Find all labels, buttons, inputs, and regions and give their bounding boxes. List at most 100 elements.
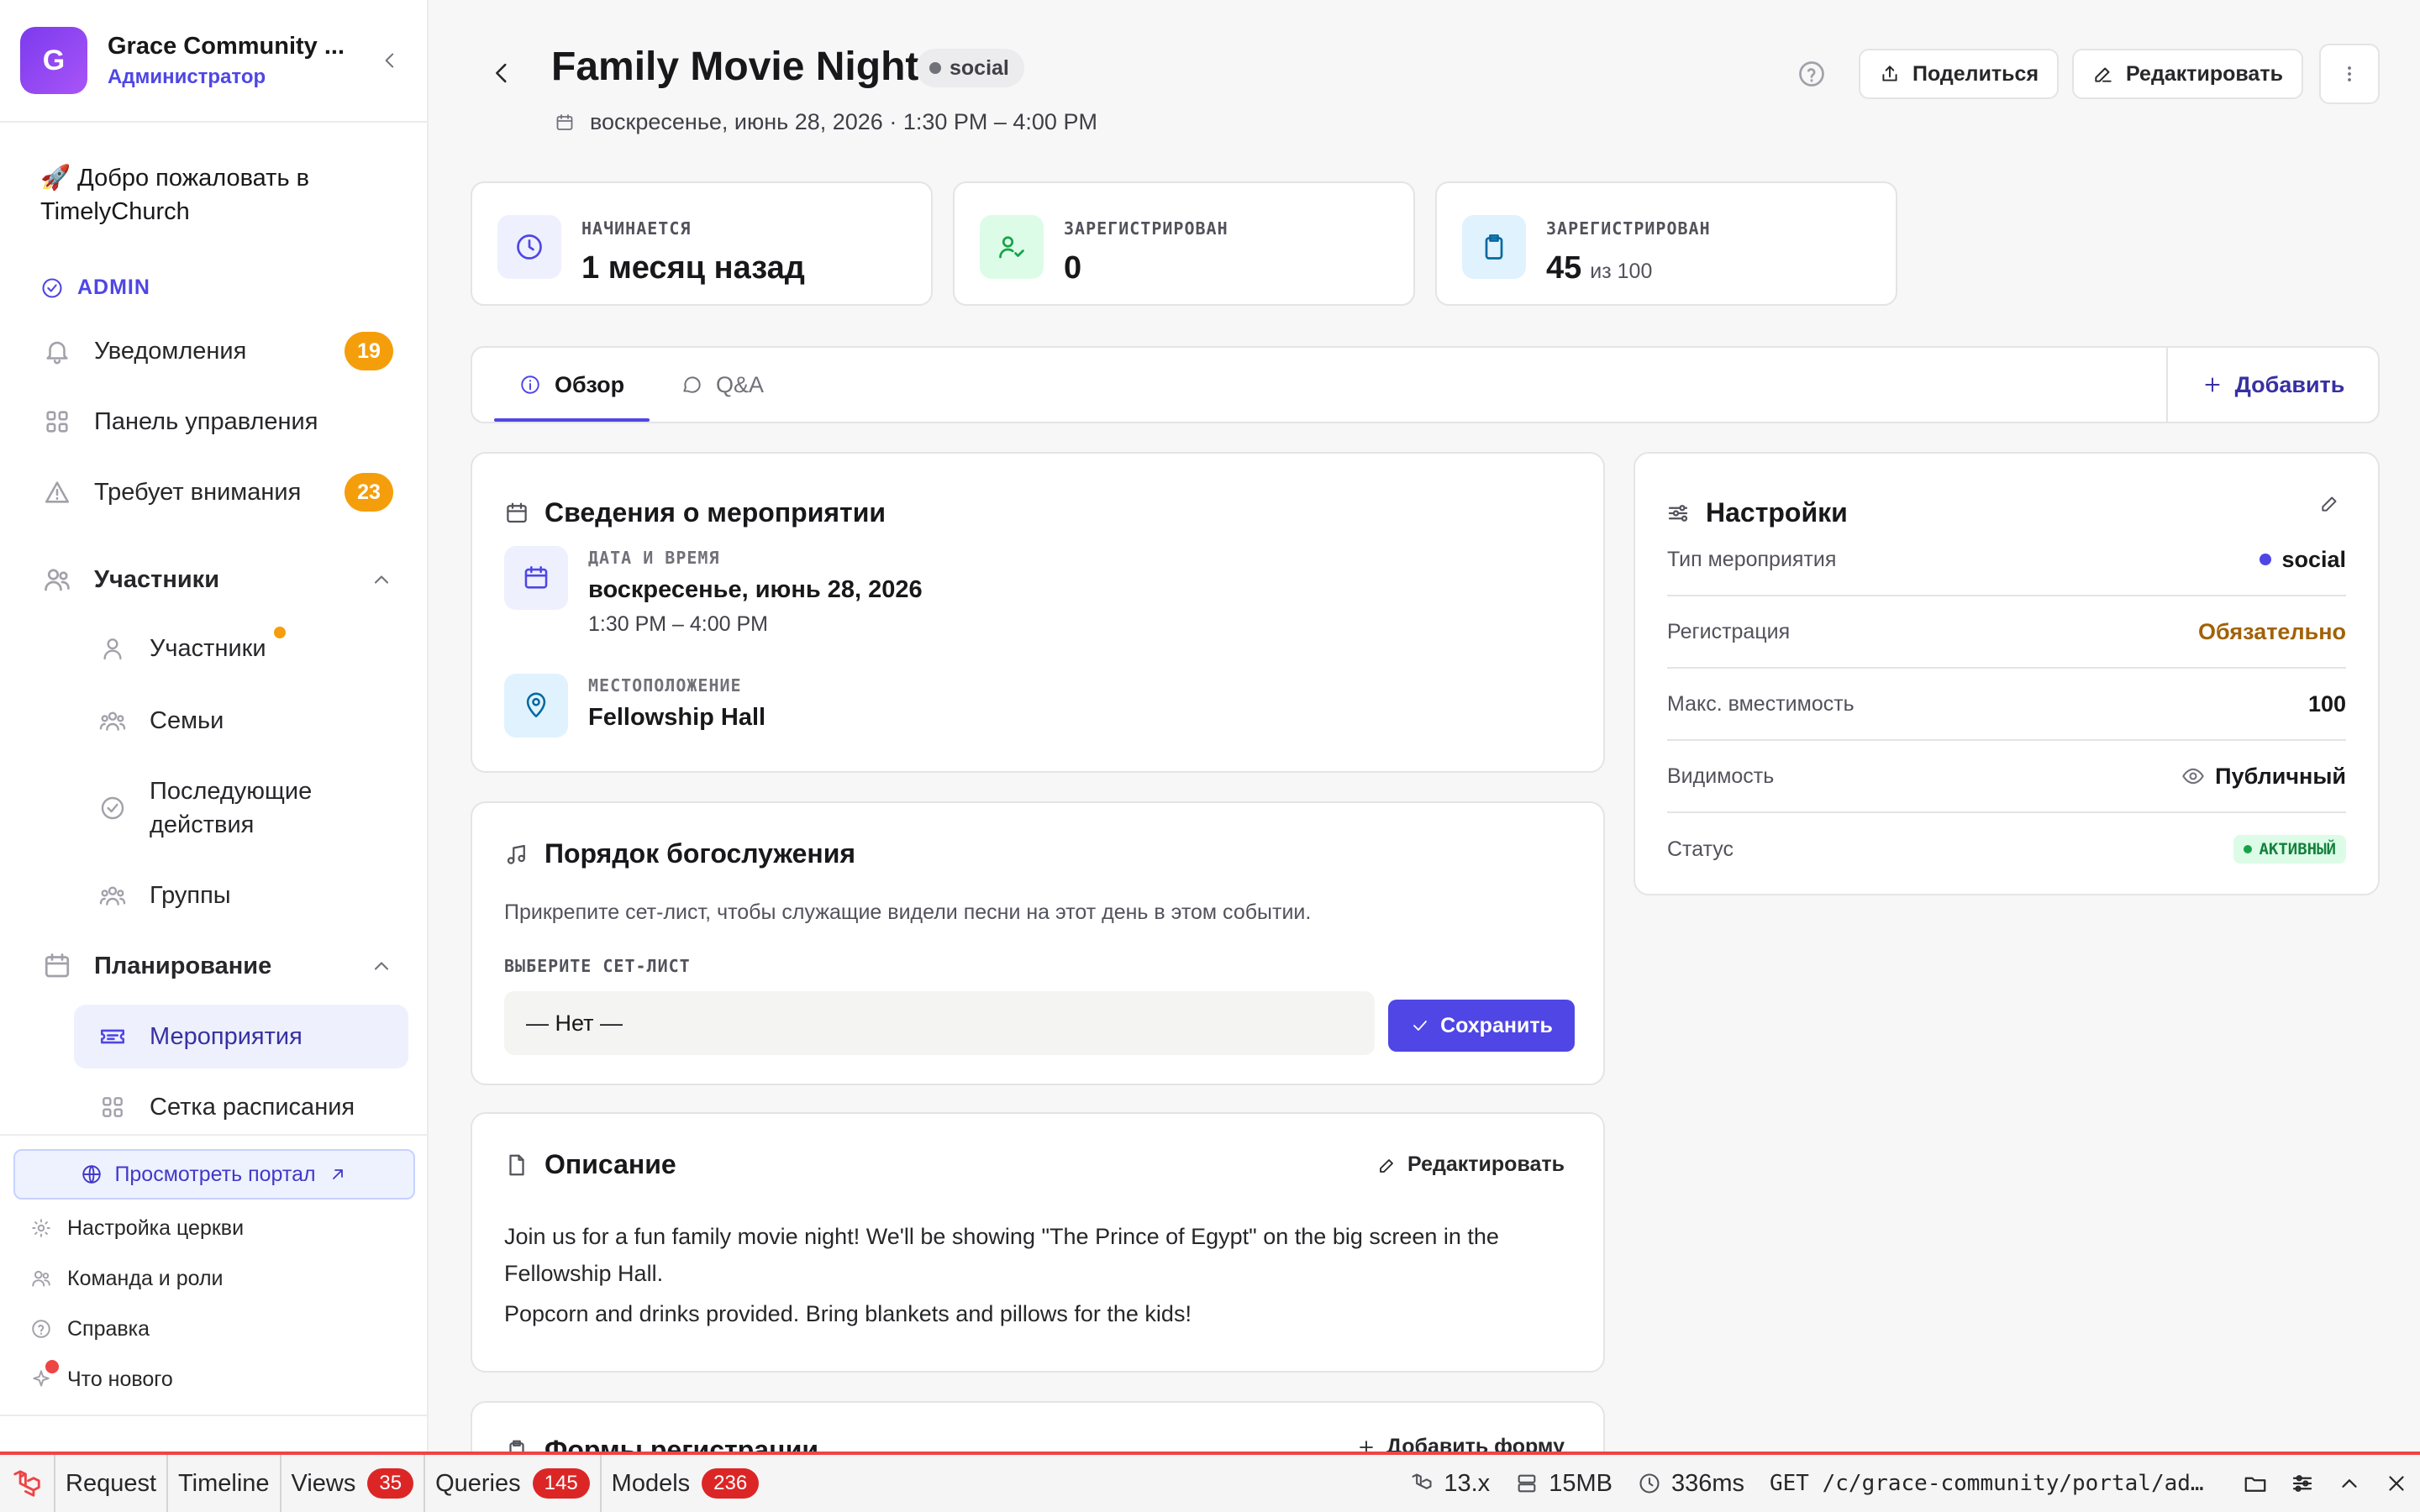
page-title: Family Movie Night bbox=[551, 45, 919, 89]
chevron-up-icon bbox=[370, 568, 393, 591]
setlist-select[interactable]: — Нет — bbox=[504, 991, 1375, 1055]
settings-sliders-icon[interactable] bbox=[2279, 1471, 2326, 1496]
debug-bar: Request Timeline Views 35 Queries 145 Mode… bbox=[0, 1452, 2420, 1512]
help-link[interactable]: Справка bbox=[29, 1312, 150, 1346]
team-roles-link[interactable]: Команда и роли bbox=[29, 1262, 224, 1295]
clock-icon bbox=[497, 215, 561, 279]
debug-tab-queries[interactable]: Queries 145 bbox=[425, 1455, 602, 1512]
clipboard-icon bbox=[1462, 215, 1526, 279]
clipboard-list-icon bbox=[509, 1440, 524, 1452]
debug-tab-timeline[interactable]: Timeline bbox=[168, 1455, 281, 1512]
more-actions-button[interactable] bbox=[2319, 44, 2380, 104]
admin-section-label: ADMIN bbox=[40, 276, 150, 300]
view-portal-button[interactable]: Просмотреть портал bbox=[13, 1149, 415, 1200]
folder-open-icon[interactable] bbox=[2232, 1471, 2279, 1496]
date-time-row: ДАТА И ВРЕМЯ воскресенье, июнь 28, 2026 … bbox=[504, 546, 923, 637]
tab-overview[interactable]: Обзор bbox=[494, 348, 650, 422]
setlist-label: ВЫБЕРИТЕ СЕТ-ЛИСТ bbox=[504, 956, 691, 976]
add-form-button[interactable]: Добавить форму bbox=[1356, 1435, 1565, 1452]
edit-description-button[interactable]: Редактировать bbox=[1377, 1152, 1565, 1177]
nav-events[interactable]: Мероприятия bbox=[74, 1005, 408, 1068]
gear-icon bbox=[29, 1217, 54, 1239]
close-icon[interactable] bbox=[2373, 1471, 2420, 1496]
laravel-logo-icon[interactable] bbox=[0, 1455, 55, 1512]
nav-groups[interactable]: Группы bbox=[74, 879, 408, 912]
church-settings-link[interactable]: Настройка церкви bbox=[29, 1211, 244, 1245]
save-button[interactable]: Сохранить bbox=[1388, 1000, 1575, 1052]
nav-dashboard[interactable]: Панель управления bbox=[40, 396, 393, 447]
tabs-bar: Обзор Q&A Добавить bbox=[471, 346, 2380, 423]
attention-badge: 23 bbox=[345, 473, 393, 512]
whats-new-link[interactable]: Что нового bbox=[29, 1360, 173, 1396]
ticket-icon bbox=[96, 1022, 129, 1051]
card-title: Порядок богослужения bbox=[504, 838, 855, 869]
nav-follow-ups[interactable]: Последующие действия bbox=[74, 774, 408, 842]
description-text: Join us for a fun family movie night! We… bbox=[504, 1224, 1499, 1326]
back-button[interactable] bbox=[487, 59, 516, 87]
edit-settings-button[interactable] bbox=[2319, 492, 2341, 514]
collapse-sidebar-icon[interactable] bbox=[373, 50, 407, 71]
grid-icon bbox=[96, 1094, 129, 1121]
share-button[interactable]: Поделиться bbox=[1859, 49, 2060, 99]
chevron-left-icon bbox=[496, 63, 507, 83]
registration-forms-card: Формы регистрации Добавить форму bbox=[471, 1401, 1605, 1452]
setting-status: Статус АКТИВНЫЙ bbox=[1667, 813, 2346, 885]
divider bbox=[0, 1134, 427, 1136]
tab-qa[interactable]: Q&A bbox=[681, 348, 764, 422]
divider bbox=[0, 121, 427, 123]
calendar-icon bbox=[556, 113, 573, 130]
check-circle-icon bbox=[42, 277, 62, 298]
groups-icon bbox=[96, 882, 129, 909]
pencil-icon bbox=[2322, 496, 2337, 512]
nav-schedule-grid[interactable]: Сетка расписания bbox=[74, 1090, 408, 1124]
nav-members[interactable]: Участники bbox=[74, 632, 408, 665]
more-vertical-icon bbox=[2348, 66, 2351, 81]
settings-card: Настройки Тип мероприятия social Регистр… bbox=[1634, 452, 2380, 895]
server-icon bbox=[1518, 1474, 1536, 1493]
memory-usage: 15MB bbox=[1515, 1470, 1612, 1498]
location-row: МЕСТОПОЛОЖЕНИЕ Fellowship Hall bbox=[504, 674, 765, 738]
org-name: Grace Community ... bbox=[108, 32, 345, 60]
map-pin-icon bbox=[504, 674, 568, 738]
message-circle-icon bbox=[683, 376, 701, 393]
nav-notifications[interactable]: Уведомления 19 bbox=[40, 326, 393, 376]
chevron-up-icon bbox=[370, 954, 393, 978]
stat-capacity: ЗАРЕГИСТРИРОВАН 45 из 100 bbox=[1435, 181, 1897, 306]
edit-event-button[interactable]: Редактировать bbox=[2072, 49, 2303, 99]
debug-tab-models[interactable]: Models 236 bbox=[602, 1455, 770, 1512]
music-icon bbox=[507, 844, 525, 864]
nav-group-planning[interactable]: Планирование bbox=[40, 941, 393, 991]
event-details-card: Сведения о мероприятии ДАТА И ВРЕМЯ воск… bbox=[471, 452, 1605, 773]
pencil-icon bbox=[1380, 1158, 1393, 1173]
nav-needs-attention[interactable]: Требует внимания 23 bbox=[40, 467, 393, 517]
add-button[interactable]: Добавить bbox=[2166, 348, 2378, 422]
debug-tab-views[interactable]: Views 35 bbox=[281, 1455, 426, 1512]
event-datetime: воскресенье, июнь 28, 2026 · 1:30 PM – 4… bbox=[555, 109, 1097, 135]
plus-icon bbox=[1360, 1440, 1374, 1452]
chevron-up-icon[interactable] bbox=[2326, 1471, 2373, 1496]
check-icon bbox=[1413, 1021, 1427, 1031]
help-icon[interactable] bbox=[1797, 59, 1827, 89]
help-circle-icon bbox=[29, 1318, 54, 1340]
sliders-icon bbox=[1668, 504, 1688, 522]
calendar-icon bbox=[40, 951, 74, 981]
nav-families[interactable]: Семьи bbox=[74, 704, 408, 738]
nav-group-people[interactable]: Участники bbox=[40, 554, 393, 605]
sidebar: G Grace Community ... Администратор 🚀 До… bbox=[0, 0, 429, 1452]
setting-capacity: Макс. вместимость 100 bbox=[1667, 669, 2346, 741]
card-title: Сведения о мероприятии bbox=[504, 497, 886, 528]
setlist-hint: Прикрепите сет-лист, чтобы служащие виде… bbox=[504, 900, 1312, 924]
calendar-icon bbox=[507, 502, 527, 522]
user-check-icon bbox=[980, 215, 1044, 279]
sparkles-icon bbox=[29, 1360, 59, 1390]
org-switcher[interactable]: G Grace Community ... Администратор bbox=[20, 27, 407, 94]
family-icon bbox=[96, 707, 129, 734]
debug-tab-request[interactable]: Request bbox=[55, 1455, 169, 1512]
clock-icon bbox=[1639, 1473, 1660, 1494]
members-indicator bbox=[274, 627, 286, 638]
globe-icon bbox=[82, 1165, 102, 1184]
org-role: Администратор bbox=[108, 65, 266, 88]
welcome-link[interactable]: 🚀 Добро пожаловать в TimelyChurch bbox=[40, 161, 393, 228]
alert-triangle-icon bbox=[40, 478, 74, 507]
users-icon bbox=[40, 564, 74, 595]
